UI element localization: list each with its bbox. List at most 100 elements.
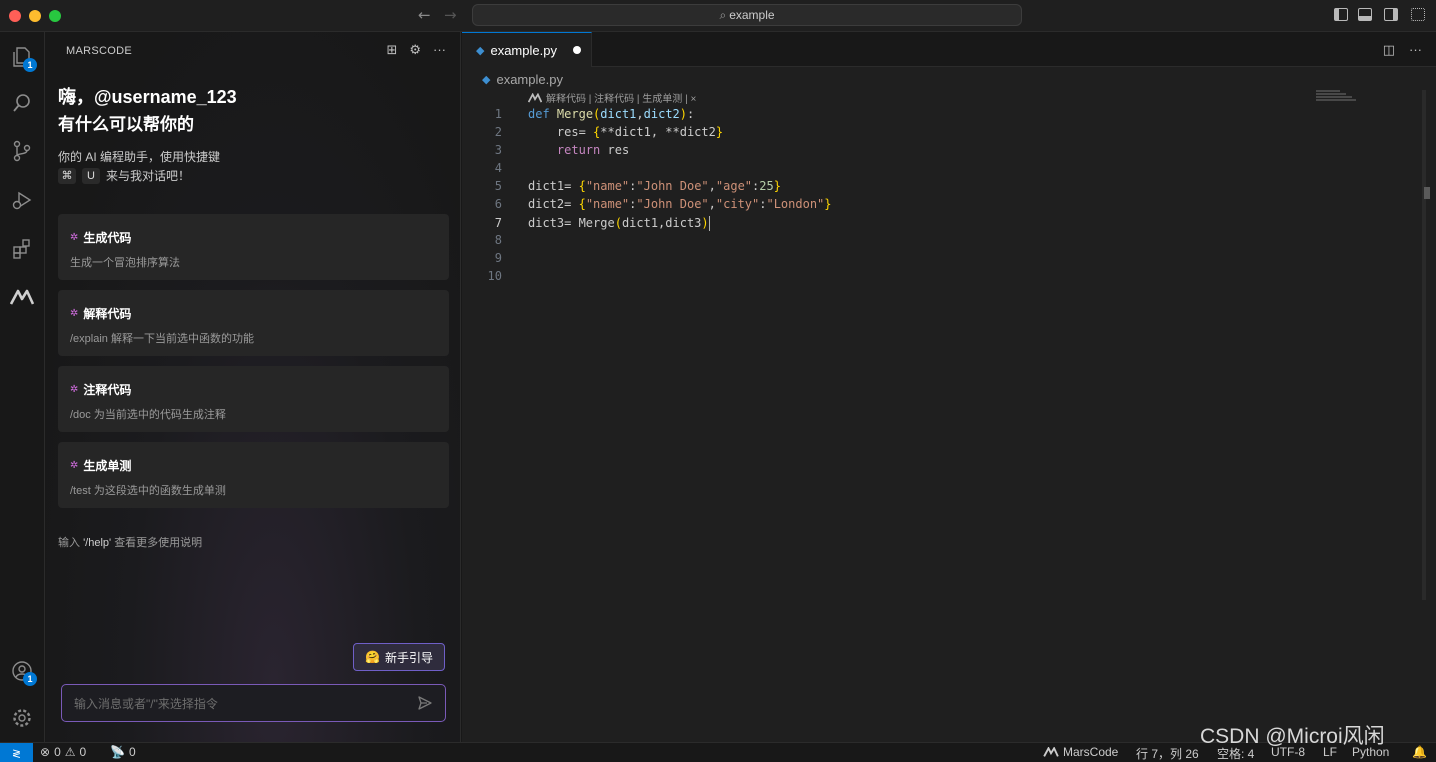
line-number: 9	[494, 251, 502, 265]
settings-gear-icon[interactable]	[9, 705, 35, 731]
help-prefix: 输入	[58, 537, 80, 549]
line-code: dict1= {"name":"John Doe","age":25}	[528, 179, 781, 193]
help-command: '/help'	[83, 537, 112, 549]
marscode-logo-icon	[528, 92, 542, 102]
remote-indicator-icon[interactable]: ≷	[0, 743, 33, 762]
marscode-logo-icon[interactable]	[9, 284, 35, 310]
customize-layout-icon[interactable]	[1411, 8, 1425, 21]
line-number: 10	[487, 269, 502, 283]
suggestion-card-comment-code[interactable]: ✲ 注释代码 /doc 为当前选中的代码生成注释	[58, 366, 449, 432]
sparkle-icon: ✲	[70, 460, 79, 471]
line-code: def Merge(dict1,dict2):	[528, 107, 695, 121]
minimap[interactable]	[1316, 90, 1362, 104]
accounts-icon[interactable]: 1	[9, 658, 37, 686]
toggle-primary-sidebar-icon[interactable]	[1334, 8, 1348, 21]
cursor-position[interactable]: 行 7，列 26	[1136, 745, 1199, 762]
csdn-watermark: CSDN @Microi风闲	[1200, 725, 1385, 748]
line-number: 4	[494, 161, 502, 175]
split-editor-icon[interactable]: ◫	[1383, 42, 1395, 58]
new-chat-icon[interactable]: ⊞	[386, 42, 397, 58]
breadcrumb-file[interactable]: example.py	[496, 72, 562, 87]
line-number: 7	[494, 216, 502, 230]
source-control-icon[interactable]	[9, 138, 35, 164]
search-icon[interactable]	[9, 90, 35, 116]
warning-icon: ⚠	[64, 745, 76, 759]
breadcrumb: ◆ example.py	[482, 72, 563, 87]
toggle-secondary-sidebar-icon[interactable]	[1384, 8, 1398, 21]
problems-indicator[interactable]: ⊗ 0 ⚠ 0	[40, 745, 86, 759]
help-hint: 输入 '/help' 查看更多使用说明	[58, 534, 202, 550]
warning-count: 0	[79, 745, 87, 759]
shortcut-hint: ⌘ U 来与我对话吧！	[58, 167, 190, 184]
command-key: ⌘	[58, 167, 76, 184]
card-title: 生成单测	[83, 459, 132, 473]
forward-arrow-icon[interactable]: →	[444, 6, 457, 24]
suggestion-card-generate-code[interactable]: ✲ 生成代码 生成一个冒泡排序算法	[58, 214, 449, 280]
zoom-window-button[interactable]	[49, 10, 61, 22]
sidebar-toolbar: ⊞ ⚙ ···	[386, 42, 446, 58]
scrollbar-thumb[interactable]	[1424, 187, 1430, 199]
line-code: dict2= {"name":"John Doe","city":"London…	[528, 197, 832, 211]
sparkle-icon: ✲	[70, 308, 79, 319]
card-subtitle: /test 为这段选中的函数生成单测	[70, 485, 226, 497]
run-debug-icon[interactable]	[9, 187, 35, 213]
toggle-panel-icon[interactable]	[1358, 8, 1372, 21]
guide-button-label: 新手引导	[384, 650, 433, 665]
card-subtitle: 生成一个冒泡排序算法	[70, 257, 180, 269]
search-text: example	[729, 8, 775, 22]
ports-count: 0	[128, 745, 136, 759]
suggestion-card-generate-tests[interactable]: ✲ 生成单测 /test 为这段选中的函数生成单测	[58, 442, 449, 508]
tab-example-py[interactable]: ◆ example.py	[462, 32, 592, 67]
title-bar: ← → ⌕ example	[0, 0, 1436, 32]
shortcut-hint-text: 来与我对话吧！	[106, 169, 191, 183]
card-title: 生成代码	[83, 231, 132, 245]
beginner-guide-button[interactable]: 🤗 新手引导	[353, 643, 445, 671]
greeting-title: 嗨，@username_123	[58, 87, 237, 107]
card-title: 解释代码	[83, 307, 132, 321]
command-center-search[interactable]: ⌕ example	[472, 4, 1022, 26]
error-count: 0	[54, 745, 61, 759]
back-arrow-icon[interactable]: ←	[418, 6, 431, 24]
marscode-status[interactable]: MarsCode	[1043, 745, 1118, 759]
notifications-bell-icon[interactable]: 🔔	[1412, 745, 1427, 759]
activity-bar: 1 1	[0, 32, 45, 742]
line-number: 2	[494, 125, 502, 139]
send-icon[interactable]	[417, 695, 433, 711]
extensions-icon[interactable]	[9, 236, 35, 262]
minimize-window-button[interactable]	[29, 10, 41, 22]
sparkle-icon: ✲	[70, 232, 79, 243]
search-icon: ⌕	[719, 8, 727, 22]
card-subtitle: /doc 为当前选中的代码生成注释	[70, 409, 226, 421]
chat-input-box[interactable]	[61, 684, 446, 722]
more-actions-icon[interactable]: ···	[433, 42, 446, 58]
python-file-icon: ◆	[476, 43, 485, 57]
explorer-icon[interactable]: 1	[9, 44, 37, 72]
vertical-scrollbar[interactable]	[1422, 90, 1426, 600]
sidebar-title: MARSCODE	[66, 45, 132, 57]
more-actions-icon[interactable]: ···	[1409, 42, 1422, 58]
suggestion-card-explain-code[interactable]: ✲ 解释代码 /explain 解释一下当前选中函数的功能	[58, 290, 449, 356]
hug-emoji-icon: 🤗	[365, 650, 380, 664]
codelens-actions[interactable]: 解释代码 | 注释代码 | 生成单测 | ×	[546, 90, 696, 105]
python-file-icon: ◆	[482, 73, 491, 86]
unsaved-dot-icon[interactable]	[572, 46, 581, 54]
sparkle-icon: ✲	[70, 384, 79, 395]
line-number: 5	[494, 179, 502, 193]
marscode-codelens: 解释代码 | 注释代码 | 生成单测 | ×	[528, 90, 696, 105]
assistant-description: 你的 AI 编程助手，使用快捷键	[58, 150, 221, 164]
chat-input[interactable]	[74, 694, 404, 714]
editor-tab-bar: ◆ example.py ◫ ···	[462, 32, 1436, 67]
accounts-badge: 1	[23, 672, 37, 686]
marscode-sidebar: MARSCODE ⊞ ⚙ ··· 嗨，@username_123 有什么可以帮你…	[46, 32, 461, 742]
settings-sliders-icon[interactable]: ⚙	[409, 42, 421, 58]
editor-actions: ◫ ···	[1383, 42, 1422, 58]
greeting-subtitle: 有什么可以帮你的	[58, 115, 194, 134]
line-number: 1	[494, 107, 502, 121]
ports-indicator[interactable]: 📡 0	[110, 745, 136, 759]
line-number: 3	[494, 143, 502, 157]
close-window-button[interactable]	[9, 10, 21, 22]
error-icon: ⊗	[40, 745, 51, 759]
explorer-badge: 1	[23, 58, 37, 72]
broadcast-icon: 📡	[110, 745, 125, 759]
line-code: return res	[556, 143, 630, 157]
